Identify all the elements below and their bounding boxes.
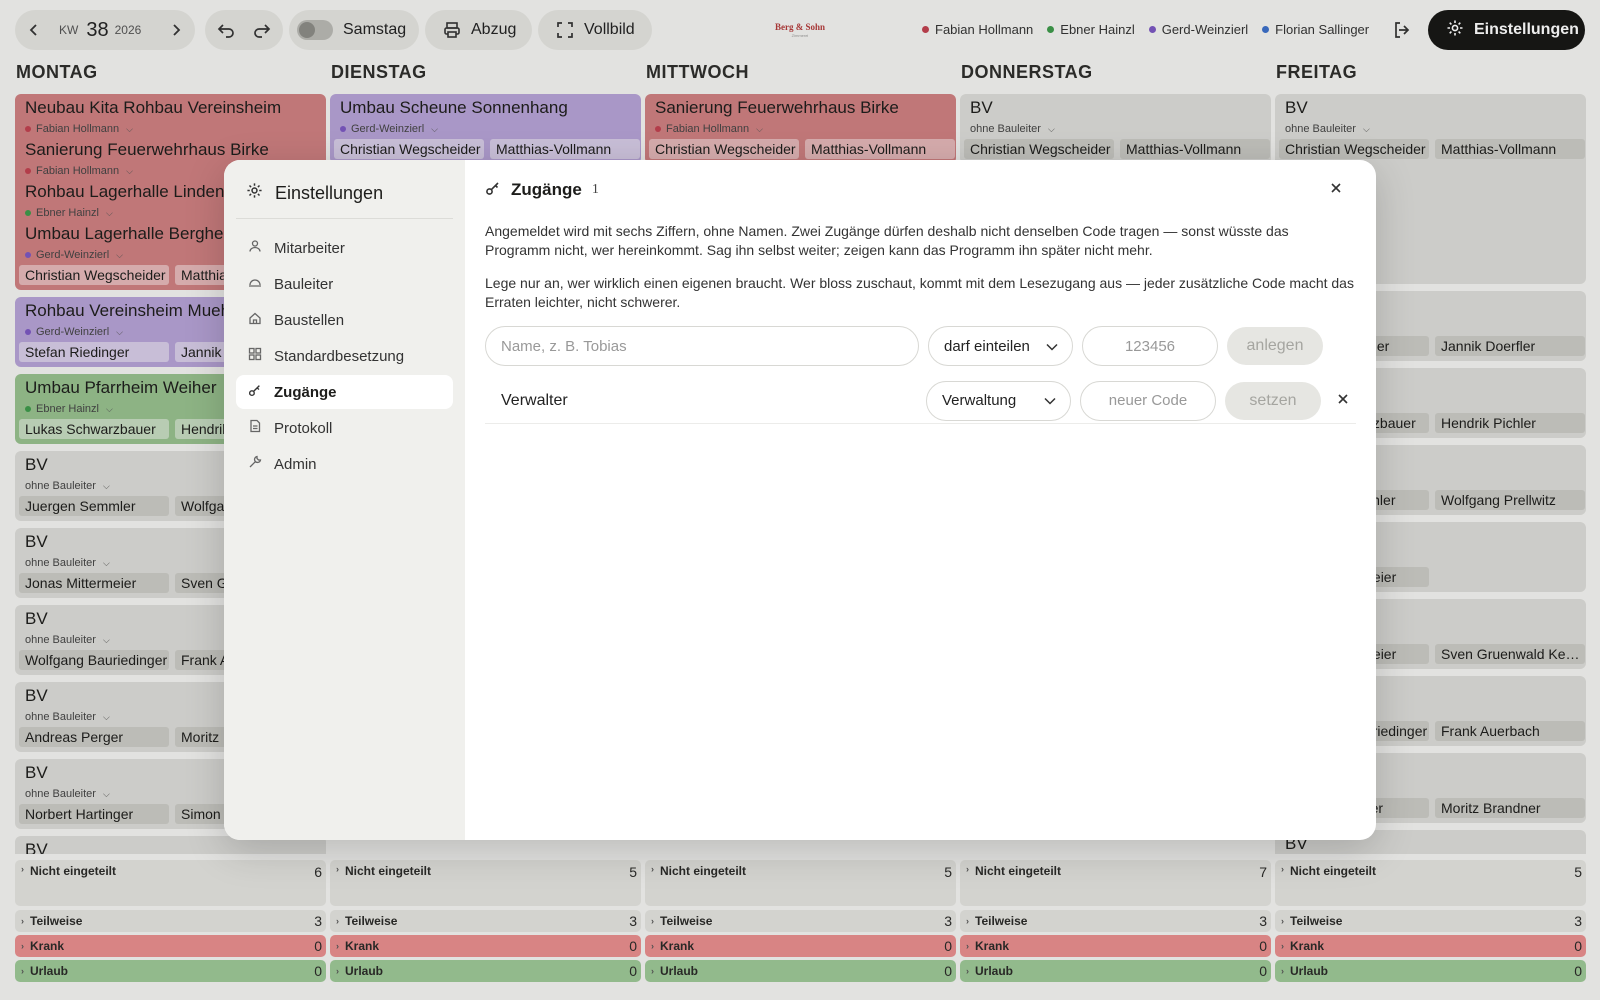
new-code-input[interactable]: 123456 [1082, 326, 1218, 366]
nav-item-bauleiter[interactable]: Bauleiter [236, 267, 453, 301]
user-icon [248, 239, 262, 257]
house-icon [248, 311, 262, 329]
chevron-down-icon [1044, 392, 1056, 409]
delete-icon[interactable] [1337, 392, 1349, 410]
new-access-form: Name, z. B. Tobias darf einteilen 123456… [485, 326, 1356, 366]
role-value: darf einteilen [944, 337, 1030, 355]
key-icon [485, 180, 501, 201]
access-row: Verwalter Verwaltung neuer Code setzen [485, 380, 1356, 424]
gear-icon [246, 182, 263, 204]
nav-label: Mitarbeiter [274, 239, 345, 257]
nav-label: Protokoll [274, 419, 333, 437]
nav-label: Baustellen [274, 311, 345, 329]
new-code-field[interactable]: neuer Code [1080, 380, 1216, 421]
divider [236, 218, 453, 219]
set-code-button[interactable]: setzen [1225, 381, 1321, 420]
nav-label: Zugänge [274, 383, 337, 401]
nav-item-baustellen[interactable]: Baustellen [236, 303, 453, 337]
access-role-select[interactable]: Verwaltung [926, 380, 1071, 421]
settings-dialog: Einstellungen Mitarbeiter Bauleiter Bauste… [224, 160, 1376, 840]
nav-label: Bauleiter [274, 275, 334, 293]
document-icon [248, 419, 262, 437]
panel-header: Zugänge 1 [485, 178, 1356, 202]
panel-title: Zugänge [511, 180, 582, 199]
wrench-icon [248, 455, 262, 473]
new-name-input[interactable]: Name, z. B. Tobias [485, 326, 919, 366]
close-icon[interactable] [1330, 181, 1342, 199]
access-panel: Zugänge 1 Angemeldet wird mit sechs Ziff… [465, 160, 1376, 840]
nav-item-protokoll[interactable]: Protokoll [236, 411, 453, 445]
info-text-readonly: Lege nur an, wer wirklich einen eigenen … [485, 275, 1354, 310]
key-icon [248, 383, 262, 401]
nav-item-mitarbeiter[interactable]: Mitarbeiter [236, 231, 453, 265]
nav-item-zugänge[interactable]: Zugänge [236, 375, 453, 409]
nav-item-standardbesetzung[interactable]: Standardbesetzung [236, 339, 453, 373]
grid-icon [248, 347, 262, 365]
role-value: Verwaltung [942, 392, 1017, 409]
access-count: 1 [591, 182, 599, 197]
create-button[interactable]: anlegen [1227, 327, 1323, 365]
chevron-down-icon [1046, 338, 1058, 355]
settings-sidebar: Einstellungen Mitarbeiter Bauleiter Bauste… [224, 160, 465, 840]
access-name: Verwalter [501, 391, 568, 409]
nav-label: Standardbesetzung [274, 347, 405, 365]
nav-label: Admin [274, 455, 317, 473]
nav-item-admin[interactable]: Admin [236, 447, 453, 481]
helmet-icon [248, 275, 262, 293]
sidebar-header: Einstellungen [236, 174, 453, 210]
new-role-select[interactable]: darf einteilen [928, 326, 1073, 366]
sidebar-title: Einstellungen [275, 182, 384, 203]
info-text-codes: Angemeldet wird mit sechs Ziffern, ohne … [485, 223, 1289, 258]
